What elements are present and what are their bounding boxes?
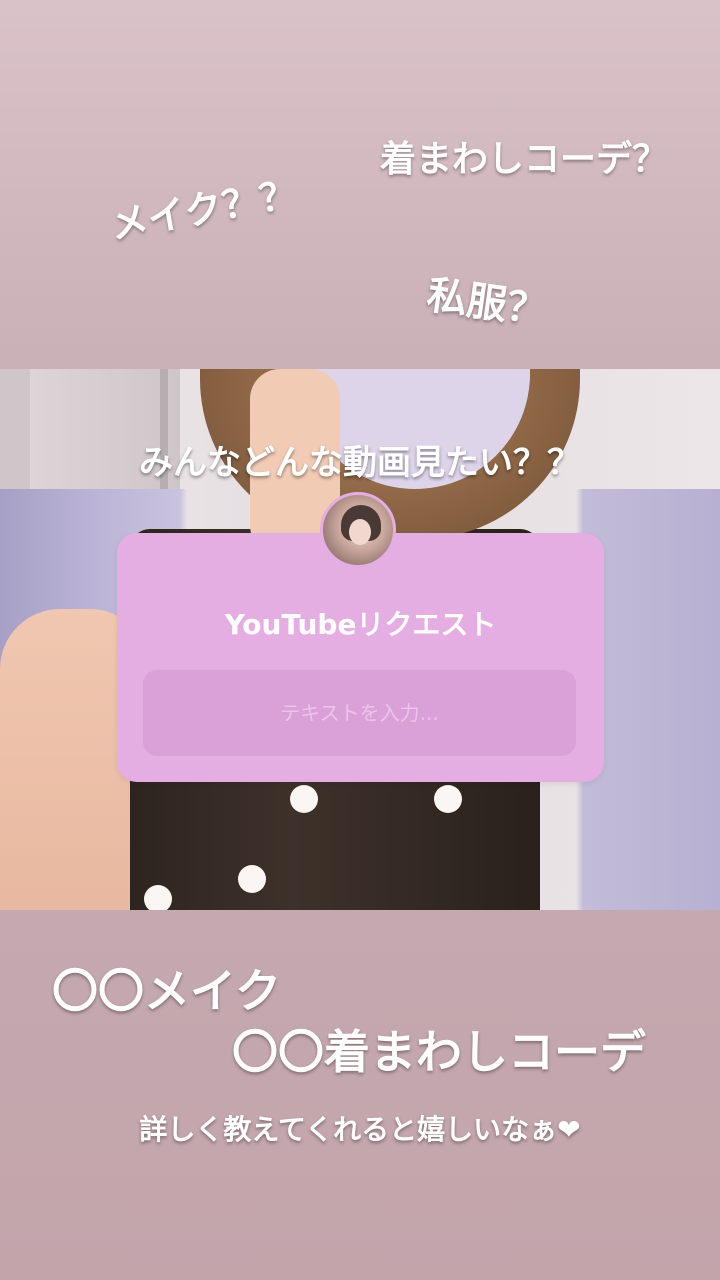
dress-dot xyxy=(238,865,266,893)
text-kigawashi: 着まわしコーデ？ xyxy=(380,139,669,180)
avatar xyxy=(320,492,396,568)
dress-dot xyxy=(144,885,172,910)
avatar-face xyxy=(349,519,371,545)
question-title: みんなどんな動画見たい？？ xyxy=(139,443,581,483)
dress-dot xyxy=(290,785,318,813)
text-makeup-example: 〇〇メイク xyxy=(52,964,282,1018)
text-shifuku: 私服？ xyxy=(424,272,550,335)
text-kigawashi-example: 〇〇着まわしコーデ xyxy=(232,1025,646,1079)
text-makeup: メイク？？ xyxy=(106,171,301,248)
question-sticker[interactable]: YouTubeリクエスト xyxy=(117,533,604,782)
question-answer-input[interactable] xyxy=(143,670,576,756)
story-canvas: 着まわしコーデ？ メイク？？ 私服？ みんなどんな動画見たい？？ YouTube… xyxy=(0,0,720,1280)
text-request-note: 詳しく教えてくれると嬉しいなぁ❤ xyxy=(139,1113,581,1146)
sticker-label: YouTubeリクエスト xyxy=(224,608,497,641)
dress-dot xyxy=(434,785,462,813)
